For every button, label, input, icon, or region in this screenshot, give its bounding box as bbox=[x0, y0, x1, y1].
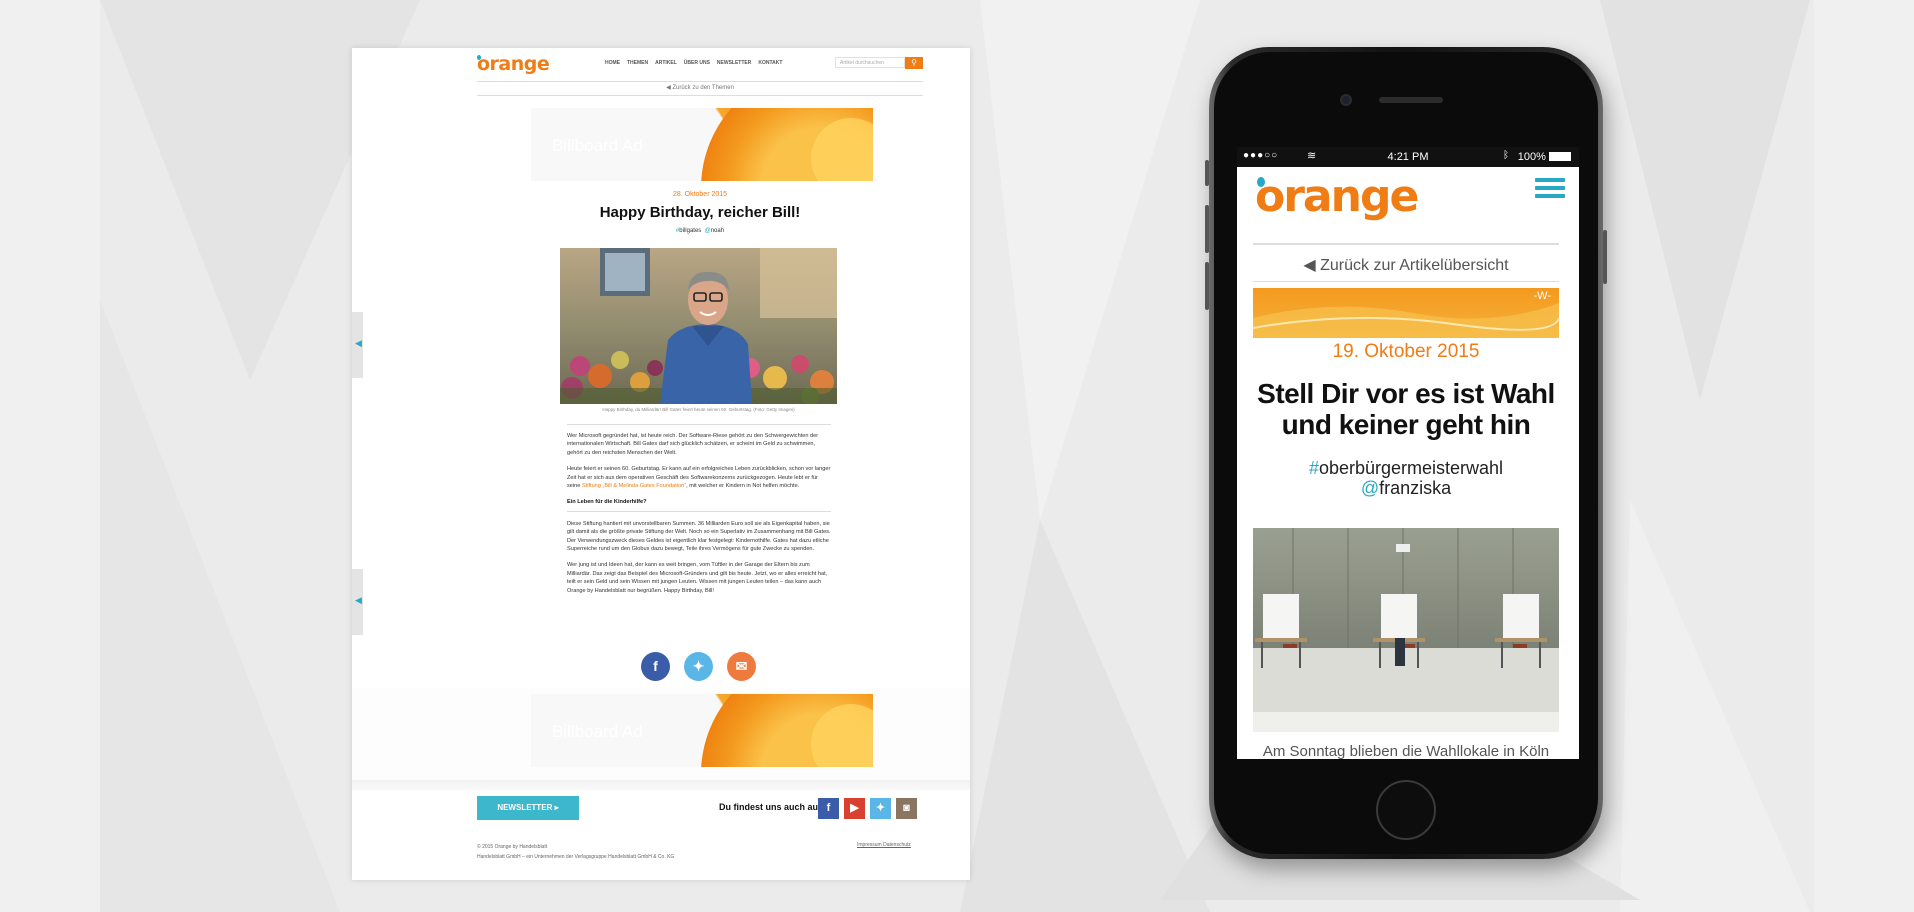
author-mark: @ bbox=[1360, 478, 1380, 498]
twitter-icon: ✦ bbox=[692, 658, 705, 674]
divider bbox=[567, 424, 831, 425]
mobile-ad-banner[interactable]: -W- bbox=[1253, 288, 1559, 338]
search-button[interactable]: ⚲ bbox=[905, 57, 923, 69]
battery-icon bbox=[1549, 152, 1571, 161]
datenschutz-link[interactable]: Datenschutz bbox=[883, 842, 911, 848]
battery-percent: 100% bbox=[1517, 151, 1546, 163]
back-to-topics-link[interactable]: ◀ Zurück zu den Themen bbox=[477, 84, 923, 91]
share-mail-button[interactable]: ✉ bbox=[727, 652, 756, 681]
search-icon: ⚲ bbox=[911, 58, 917, 67]
share-twitter-button[interactable]: ✦ bbox=[684, 652, 713, 681]
facebook-icon: f bbox=[826, 802, 831, 814]
article-title: Happy Birthday, reicher Bill! bbox=[599, 204, 801, 221]
hamburger-menu-icon[interactable] bbox=[1535, 178, 1565, 200]
paragraph: Heute feiert er seinen 60. Geburtstag. E… bbox=[567, 465, 831, 490]
copyright-line: Handelsblatt GmbH – ein Unternehmen der … bbox=[477, 854, 675, 860]
copyright: © 2015 Orange by Handelsblatt Handelsbla… bbox=[477, 842, 674, 862]
mobile-article-tags: #oberbürgermeisterwahl @franziska bbox=[1253, 458, 1559, 498]
mobile-article-photo bbox=[1253, 528, 1559, 732]
paragraph: Wer Microsoft gegründet hat, ist heute r… bbox=[567, 433, 819, 456]
volume-down-button bbox=[1205, 262, 1209, 310]
divider bbox=[477, 81, 923, 82]
tag-franziska[interactable]: franziska bbox=[1379, 478, 1451, 498]
mail-icon: ✉ bbox=[735, 658, 748, 674]
article-date: 28. Oktober 2015 bbox=[672, 191, 728, 198]
nav-item-newsletter[interactable]: NEWSLETTER bbox=[717, 60, 751, 66]
mobile-article-title: Stell Dir vor es ist Wahl und keiner geh… bbox=[1257, 378, 1555, 440]
chevron-left-icon: ◀ bbox=[355, 338, 362, 348]
paragraph: Diese Stiftung hantiert mit unvorstellba… bbox=[567, 520, 831, 553]
chevron-left-icon: ◀ bbox=[355, 595, 362, 605]
bluetooth-icon: ᛒ bbox=[1503, 150, 1509, 161]
nav-item-home[interactable]: HOME bbox=[605, 60, 620, 66]
share-facebook-button[interactable]: f bbox=[641, 652, 670, 681]
footer-separator bbox=[352, 780, 970, 790]
power-button bbox=[1603, 230, 1607, 284]
volume-up-button bbox=[1205, 205, 1209, 253]
billboard-ad-top[interactable]: Billboard Ad bbox=[531, 108, 873, 181]
back-to-articles-link[interactable]: ◀ Zurück zur Artikelübersicht bbox=[1253, 255, 1559, 275]
status-bar: ●●●○○ ≋ 4:21 PM ᛒ 100% bbox=[1237, 147, 1579, 167]
find-us-label: Du findest uns auch auf bbox=[719, 802, 822, 812]
billboard-ad-bottom[interactable]: Billboard Ad bbox=[531, 694, 873, 767]
nav-item-themen[interactable]: THEMEN bbox=[627, 60, 648, 66]
article-body: Wer Microsoft gegründet hat, ist heute r… bbox=[567, 432, 831, 603]
article-subheading: Ein Leben für die Kinderhilfe? bbox=[567, 498, 831, 512]
tag-noah[interactable]: noah bbox=[711, 228, 724, 234]
instagram-icon: ◙ bbox=[903, 802, 910, 814]
phone-screen: ●●●○○ ≋ 4:21 PM ᛒ 100% orange ◀ Zurück z… bbox=[1237, 147, 1579, 759]
speaker-grille bbox=[1379, 97, 1443, 103]
hashtag-mark: # bbox=[1308, 458, 1319, 478]
search-input[interactable]: Artikel durchsuchen bbox=[835, 57, 905, 68]
footer-facebook-button[interactable]: f bbox=[818, 798, 839, 819]
impressum-link[interactable]: Impressum bbox=[857, 842, 882, 848]
article-photo bbox=[560, 248, 837, 404]
divider bbox=[1253, 281, 1559, 282]
footer-instagram-button[interactable]: ◙ bbox=[896, 798, 917, 819]
mobile-article-date: 19. Oktober 2015 bbox=[1332, 341, 1480, 362]
paragraph: Wer jung ist und Ideen hat, der kann es … bbox=[567, 562, 828, 594]
legal-links: Impressum Datenschutz bbox=[857, 842, 911, 848]
nav-item-artikel[interactable]: ARTIKEL bbox=[655, 60, 677, 66]
nav-item-ueber-uns[interactable]: ÜBER UNS bbox=[684, 60, 710, 66]
twitter-icon: ✦ bbox=[875, 802, 886, 814]
paragraph-text: , mit welcher er Kindern in Not helfen m… bbox=[686, 483, 800, 490]
side-tab-left[interactable]: ◀ bbox=[352, 569, 363, 635]
copyright-line: © 2015 Orange by Handelsblatt bbox=[477, 844, 548, 850]
mobile-article-lead: Am Sonntag blieben die Wahllokale in Köl… bbox=[1262, 743, 1550, 759]
footer-twitter-button[interactable]: ✦ bbox=[870, 798, 891, 819]
billboard-ad-label: Billboard Ad bbox=[552, 136, 643, 155]
camera-icon bbox=[1340, 94, 1352, 106]
mobile-logo[interactable]: orange bbox=[1255, 171, 1419, 222]
divider bbox=[1253, 243, 1559, 245]
photo-caption: Happy Birthday, du Milliardär! Bill Gate… bbox=[602, 407, 795, 412]
footer-youtube-button[interactable]: ▶ bbox=[844, 798, 865, 819]
facebook-icon: f bbox=[653, 658, 658, 674]
foundation-link[interactable]: Stiftung „Bill & Melinda Gates Foundatio… bbox=[582, 483, 686, 489]
article-tags: #billgates @noah bbox=[477, 228, 923, 234]
youtube-icon: ▶ bbox=[850, 802, 859, 814]
desktop-page: orange HOME THEMEN ARTIKEL ÜBER UNS NEWS… bbox=[352, 48, 970, 880]
nav-item-kontakt[interactable]: KONTAKT bbox=[758, 60, 782, 66]
home-button[interactable] bbox=[1376, 780, 1436, 840]
desktop-logo[interactable]: orange bbox=[477, 53, 550, 75]
newsletter-button[interactable]: NEWSLETTER ▸ bbox=[477, 796, 579, 820]
battery-indicator: 100% bbox=[1518, 151, 1571, 163]
billboard-ad-label: Billboard Ad bbox=[552, 722, 643, 741]
main-nav: HOME THEMEN ARTIKEL ÜBER UNS NEWSLETTER … bbox=[605, 60, 782, 66]
mute-switch bbox=[1205, 160, 1209, 186]
tag-oberbuergermeisterwahl[interactable]: oberbürgermeisterwahl bbox=[1319, 458, 1503, 478]
desktop-header: orange HOME THEMEN ARTIKEL ÜBER UNS NEWS… bbox=[477, 52, 923, 76]
ad-mark: -W- bbox=[1533, 290, 1551, 302]
tag-billgates[interactable]: billgates bbox=[679, 228, 701, 234]
side-tab-left[interactable]: ◀ bbox=[352, 312, 363, 378]
divider bbox=[477, 95, 923, 96]
